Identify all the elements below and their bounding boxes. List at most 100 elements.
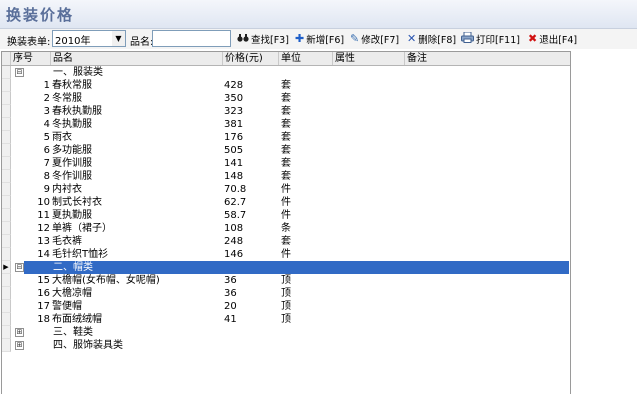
- header-price[interactable]: 价格(元): [223, 52, 279, 65]
- item-price: 381: [224, 119, 244, 130]
- table-row[interactable]: 7 夏作训服 141 套: [2, 157, 570, 170]
- item-name: 大檐凉帽: [52, 288, 92, 299]
- name-label: 品名:: [130, 37, 154, 48]
- table-select[interactable]: 2010年 ▼: [52, 30, 126, 47]
- row-indicator: [2, 144, 11, 157]
- item-name: 毛针织T恤衫: [52, 249, 109, 260]
- row-indicator: [2, 326, 11, 339]
- print-button-label: 打印[F11]: [476, 35, 520, 46]
- table-row[interactable]: 8 冬作训服 148 套: [2, 170, 570, 183]
- item-unit: 件: [281, 210, 291, 221]
- table-row[interactable]: 14 毛针织T恤衫 146 件: [2, 248, 570, 261]
- item-seq: 3: [43, 106, 50, 117]
- header-name[interactable]: 品名: [51, 52, 223, 65]
- grid-header: 序号 品名 价格(元) 单位 属性 备注: [2, 52, 570, 66]
- selection-highlight: [24, 261, 569, 274]
- item-name: 冬作训服: [52, 171, 92, 182]
- item-name: 内衬衣: [52, 184, 82, 195]
- group-row[interactable]: ⊞ 三、鞋类: [2, 326, 570, 339]
- group-row[interactable]: ⊞ 四、服饰装具类: [2, 339, 570, 352]
- row-indicator: [2, 313, 11, 326]
- item-unit: 套: [281, 132, 291, 143]
- item-price: 36: [224, 275, 237, 286]
- row-indicator: [2, 79, 11, 92]
- table-row[interactable]: 9 内衬衣 70.8 件: [2, 183, 570, 196]
- table-row[interactable]: 6 多功能服 505 套: [2, 144, 570, 157]
- item-seq: 5: [43, 132, 50, 143]
- collapse-icon[interactable]: ⊟: [15, 68, 24, 77]
- edit-button-label: 修改[F7]: [361, 35, 400, 46]
- add-button-label: 新增[F6]: [306, 35, 345, 46]
- header-seq[interactable]: 序号: [11, 52, 51, 65]
- grid-rows: ⊟ 一、服装类 1 春秋常服 428 套 2 冬常服 350 套 3 春秋执勤服 323 套 4 冬执勤服 38…: [2, 66, 570, 352]
- window-title: 换装价格: [6, 6, 75, 24]
- table-row[interactable]: 11 夏执勤服 58.7 件: [2, 209, 570, 222]
- item-unit: 件: [281, 197, 291, 208]
- binoculars-icon: [237, 33, 249, 46]
- row-indicator: [2, 118, 11, 131]
- table-row[interactable]: 13 毛衣裤 248 套: [2, 235, 570, 248]
- item-price: 148: [224, 171, 244, 182]
- edit-button[interactable]: ✎ 修改[F7]: [350, 31, 399, 47]
- item-seq: 14: [37, 249, 50, 260]
- table-row[interactable]: 5 雨衣 176 套: [2, 131, 570, 144]
- header-note[interactable]: 备注: [405, 52, 570, 65]
- item-unit: 套: [281, 158, 291, 169]
- chevron-down-icon[interactable]: ▼: [112, 31, 125, 46]
- table-row[interactable]: 17 警便帽 20 顶: [2, 300, 570, 313]
- delete-button[interactable]: ✕ 删除[F8]: [407, 31, 456, 47]
- table-label: 换装表单:: [7, 37, 51, 48]
- table-row[interactable]: 15 大檐帽(女布帽、女呢帽) 36 顶: [2, 274, 570, 287]
- table-row[interactable]: 18 布面绒绒帽 41 顶: [2, 313, 570, 326]
- expand-icon[interactable]: ⊞: [15, 341, 24, 350]
- collapse-icon[interactable]: ⊟: [15, 263, 24, 272]
- pencil-icon: ✎: [350, 32, 360, 45]
- delete-button-label: 删除[F8]: [418, 35, 457, 46]
- item-name: 春秋常服: [52, 80, 92, 91]
- header-attr[interactable]: 属性: [333, 52, 405, 65]
- table-row[interactable]: 2 冬常服 350 套: [2, 92, 570, 105]
- plus-icon: ✚: [295, 32, 305, 45]
- row-indicator: [2, 339, 11, 352]
- price-grid[interactable]: 序号 品名 价格(元) 单位 属性 备注 ⊟ 一、服装类 1 春秋常服 428 套 2 冬常服…: [1, 51, 571, 394]
- row-indicator: [2, 209, 11, 222]
- item-seq: 11: [37, 210, 50, 221]
- item-seq: 10: [37, 197, 50, 208]
- item-seq: 6: [43, 145, 50, 156]
- table-row[interactable]: 12 单裤（裙子） 108 条: [2, 222, 570, 235]
- add-button[interactable]: ✚ 新增[F6]: [295, 31, 344, 47]
- group-title: 四、服饰装具类: [53, 340, 123, 351]
- table-select-value: 2010年: [55, 36, 91, 47]
- item-name: 春秋执勤服: [52, 106, 102, 117]
- group-title: 三、鞋类: [53, 327, 93, 338]
- table-row[interactable]: 16 大檐凉帽 36 顶: [2, 287, 570, 300]
- row-indicator: ▶: [2, 261, 11, 274]
- group-row[interactable]: ▶ ⊟ 二、帽类: [2, 261, 570, 274]
- item-seq: 13: [37, 236, 50, 247]
- row-indicator: [2, 300, 11, 313]
- row-indicator: [2, 92, 11, 105]
- header-unit[interactable]: 单位: [279, 52, 333, 65]
- item-unit: 套: [281, 106, 291, 117]
- group-row[interactable]: ⊟ 一、服装类: [2, 66, 570, 79]
- group-title: 一、服装类: [53, 67, 103, 78]
- exit-button[interactable]: ✖ 退出[F4]: [528, 31, 577, 47]
- item-unit: 套: [281, 119, 291, 130]
- row-indicator: [2, 235, 11, 248]
- expand-icon[interactable]: ⊞: [15, 328, 24, 337]
- table-row[interactable]: 3 春秋执勤服 323 套: [2, 105, 570, 118]
- item-unit: 顶: [281, 275, 291, 286]
- table-row[interactable]: 10 制式长衬衣 62.7 件: [2, 196, 570, 209]
- item-unit: 顶: [281, 288, 291, 299]
- item-unit: 套: [281, 171, 291, 182]
- item-seq: 16: [37, 288, 50, 299]
- table-row[interactable]: 4 冬执勤服 381 套: [2, 118, 570, 131]
- print-button[interactable]: 打印[F11]: [461, 31, 520, 47]
- exit-x-icon: ✖: [528, 32, 538, 45]
- exit-button-label: 退出[F4]: [539, 35, 578, 46]
- table-row[interactable]: 1 春秋常服 428 套: [2, 79, 570, 92]
- find-button[interactable]: 查找[F3]: [237, 31, 289, 47]
- item-seq: 15: [37, 275, 50, 286]
- name-search-input[interactable]: [152, 30, 231, 47]
- item-seq: 4: [43, 119, 50, 130]
